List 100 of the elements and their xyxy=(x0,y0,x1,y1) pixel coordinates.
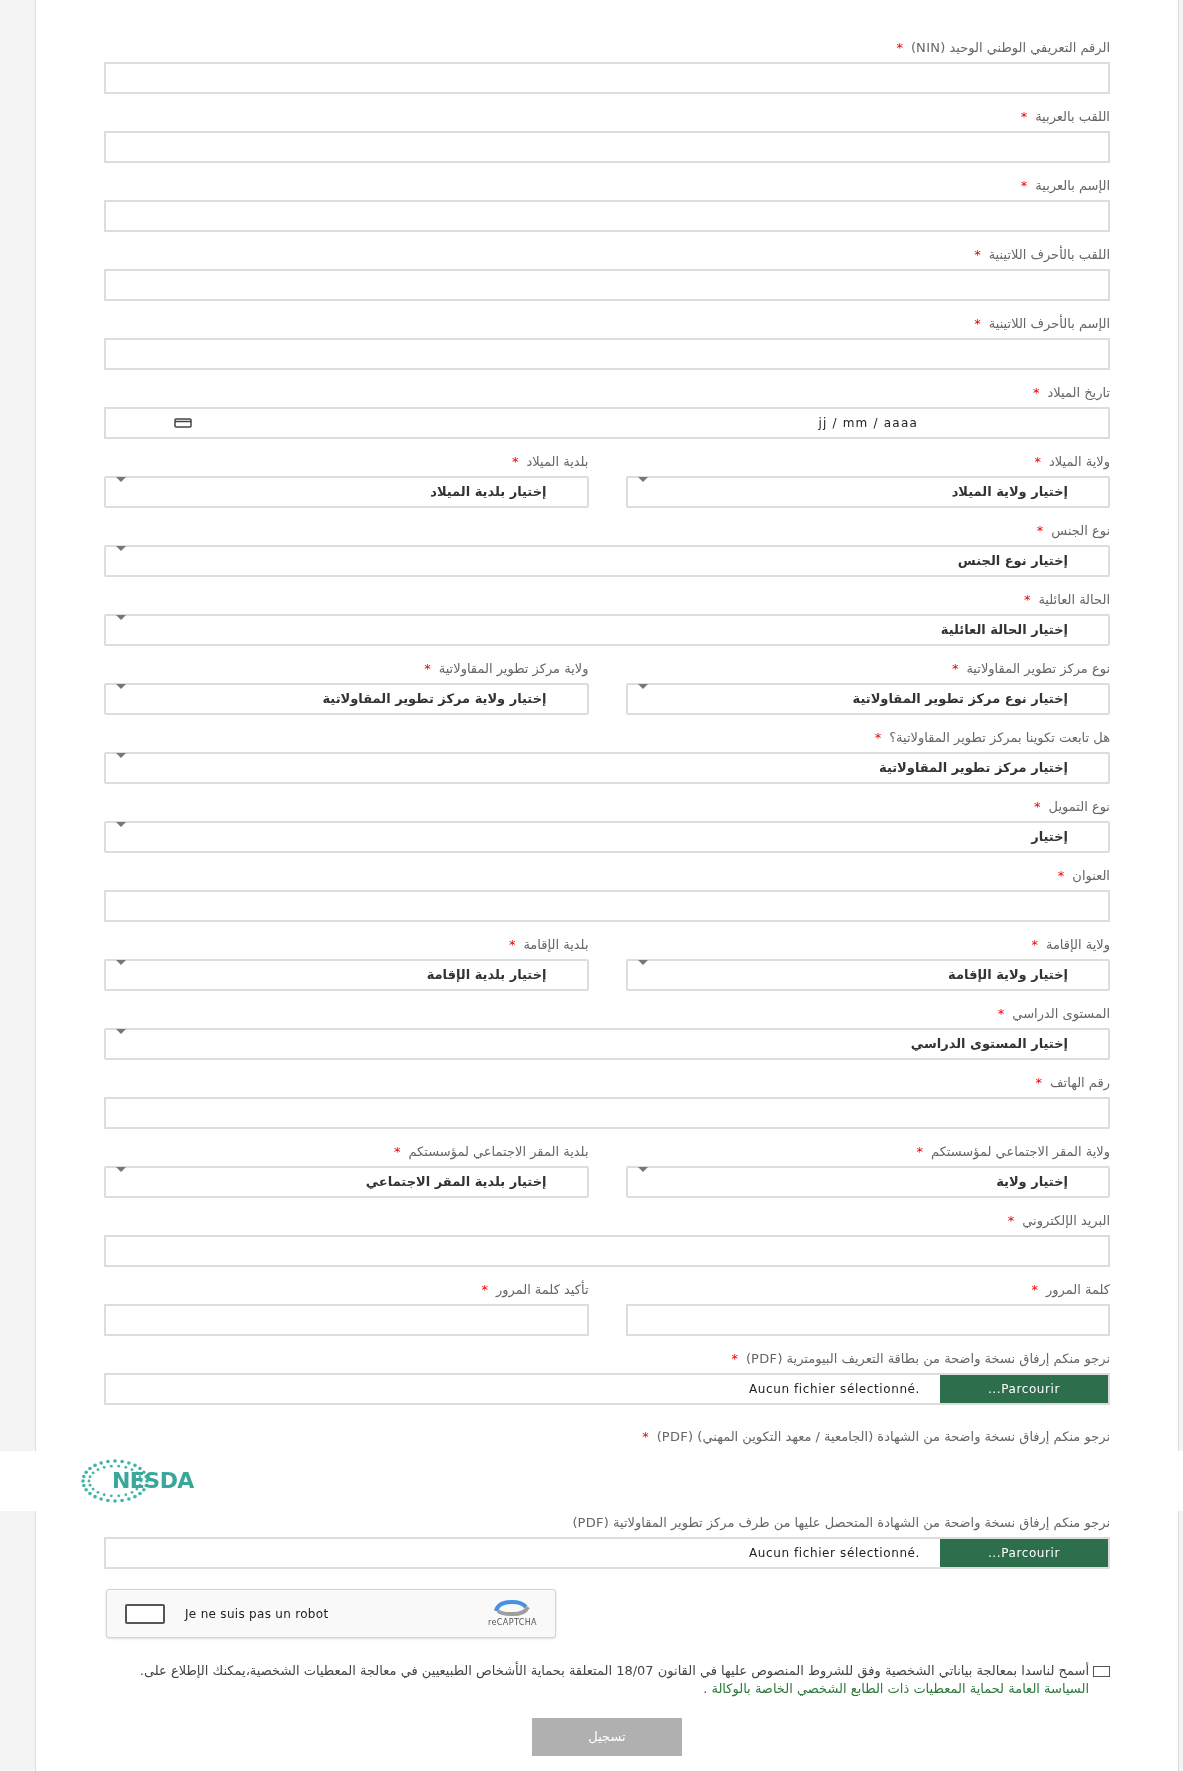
file-status: Aucun fichier sélectionné. xyxy=(749,1381,920,1398)
select-dropdown[interactable]: إختيار بلدية المقر الاجتماعي xyxy=(104,1166,589,1198)
required-mark: * xyxy=(1036,523,1044,539)
select-dropdown[interactable]: إختيار بلدية الإقامة xyxy=(104,959,589,991)
captcha-checkbox[interactable] xyxy=(125,1603,165,1624)
select-dropdown[interactable]: إختيار xyxy=(104,821,1110,853)
text-field[interactable] xyxy=(104,269,1110,301)
caret-icon xyxy=(637,1167,648,1172)
field-label: الحالة العائلية xyxy=(1038,592,1110,608)
field-label: الإسم بالعربية xyxy=(1035,178,1110,194)
field-label: تاريخ الميلاد xyxy=(1047,385,1110,401)
field-label: ولاية الإقامة xyxy=(1045,937,1110,953)
field-label: الإسم بالأحرف اللاتينية xyxy=(988,316,1110,332)
required-mark: * xyxy=(1031,937,1038,953)
required-mark: * xyxy=(731,1351,738,1367)
privacy-policy-link[interactable]: السياسة العامة لحماية المعطيات ذات الطابع الشخصي الخاصة بالوكالة xyxy=(711,1681,1089,1696)
field-label: المستوى الدراسي xyxy=(1012,1006,1110,1022)
file-field[interactable]: Aucun fichier sélectionné. Parcourir... xyxy=(104,1373,1110,1405)
file-field[interactable]: Aucun fichier sélectionné. Parcourir... xyxy=(104,1537,1110,1569)
select-dropdown[interactable]: إختيار ولاية الميلاد xyxy=(625,476,1110,508)
select-dropdown[interactable]: إختيار الحالة العائلية xyxy=(104,614,1110,646)
calendar-icon xyxy=(174,418,192,428)
consent-checkbox[interactable] xyxy=(1093,1666,1110,1677)
caret-icon xyxy=(637,684,648,689)
required-mark: * xyxy=(508,937,516,953)
date-field[interactable]: jj / mm / aaaa xyxy=(104,407,1110,439)
select-dropdown[interactable]: إختيار ولاية مركز تطوير المقاولاتية xyxy=(104,683,589,715)
field-label: بلدية المقر الاجتماعي لمؤسستكم xyxy=(408,1144,589,1160)
required-mark: * xyxy=(974,247,981,263)
caret-icon xyxy=(116,477,126,482)
text-field[interactable] xyxy=(104,131,1110,163)
required-mark: * xyxy=(896,40,903,56)
text-field[interactable] xyxy=(104,200,1110,232)
field-label: البريد الإلكتروني xyxy=(1022,1213,1110,1229)
field-label: ولاية المقر الاجتماعي لمؤسستكم xyxy=(931,1144,1110,1160)
required-mark: * xyxy=(1023,592,1031,608)
required-mark: * xyxy=(916,1144,923,1160)
field-label: ولاية الميلاد xyxy=(1049,454,1110,470)
field-label: نرجو منكم إرفاق نسخة واضحة من الشهادة المتحصل عليها من طرف مركز تطوير المقاولاتية (PDF) xyxy=(572,1515,1110,1531)
text-field[interactable] xyxy=(104,1304,589,1336)
select-dropdown[interactable]: إختيار مركز تطوير المقاولاتية xyxy=(104,752,1110,784)
required-mark: * xyxy=(642,1429,649,1445)
required-mark: * xyxy=(424,661,431,677)
caret-icon xyxy=(637,477,648,482)
text-field[interactable] xyxy=(104,62,1110,94)
select-dropdown[interactable]: إختيار بلدية الميلاد xyxy=(104,476,589,508)
browse-button[interactable]: Parcourir... xyxy=(940,1539,1108,1567)
text-field[interactable] xyxy=(104,890,1110,922)
required-mark: * xyxy=(974,316,981,332)
text-field[interactable] xyxy=(625,1304,1110,1336)
caret-icon xyxy=(116,960,126,965)
field-label: ولاية مركز تطوير المقاولاتية xyxy=(438,661,589,677)
required-mark: * xyxy=(1034,799,1041,815)
field-label: العنوان xyxy=(1072,868,1110,884)
caret-icon xyxy=(116,546,126,551)
text-field[interactable] xyxy=(104,1097,1110,1129)
caret-icon xyxy=(116,1029,126,1034)
consent-text: أسمح لناسدا بمعالجة بياناتي الشخصية وفق للشروط المنصوص عليها في القانون 18/07 المتعلقة بحماية الأشخاص الطبيعيين في معالجة المعطيات الشخصية،يمكنك الإطلاع على. السياسة العامة لحماية المعطيات ذات الطابع الشخصي الخاصة بالوكالة . xyxy=(138,1662,1089,1698)
select-dropdown[interactable]: إختيار ولاية xyxy=(625,1166,1110,1198)
field-label: نرجو منكم إرفاق نسخة واضحة من بطاقة التعريف البيومترية (PDF) xyxy=(746,1351,1110,1367)
required-mark: * xyxy=(1020,178,1028,194)
required-mark: * xyxy=(1057,868,1065,884)
caret-icon xyxy=(116,753,126,758)
select-dropdown[interactable]: إختيار المستوى الدراسي xyxy=(104,1028,1110,1060)
required-mark: * xyxy=(951,661,959,677)
recaptcha-brand: reCAPTCHA xyxy=(488,1616,537,1629)
logo-text: NESDA xyxy=(112,1469,194,1493)
required-mark: * xyxy=(1020,109,1028,125)
text-field[interactable] xyxy=(104,1235,1110,1267)
field-label: هل تابعت تكوينا بمركز تطوير المقاولاتية؟ xyxy=(889,730,1110,746)
required-mark: * xyxy=(1031,1282,1039,1298)
captcha-label: Je ne suis pas un robot xyxy=(185,1605,330,1623)
field-label: رقم الهاتف xyxy=(1050,1075,1110,1091)
select-dropdown[interactable]: إختيار نوع الجنس xyxy=(104,545,1110,577)
field-label: نرجو منكم إرفاق نسخة واضحة من الشهادة (الجامعية / معهد التكوين المهني) (PDF) xyxy=(656,1429,1110,1445)
field-label: اللقب بالعربية xyxy=(1035,109,1110,125)
caret-icon xyxy=(116,615,126,620)
caret-icon xyxy=(116,822,126,827)
required-mark: * xyxy=(1032,385,1040,401)
required-mark: * xyxy=(1007,1213,1015,1229)
required-mark: * xyxy=(481,1282,488,1298)
field-label: نوع التمويل xyxy=(1048,799,1110,815)
required-mark: * xyxy=(874,730,882,746)
recaptcha-box[interactable]: Je ne suis pas un robot reCAPTCHA xyxy=(106,1589,556,1638)
required-mark: * xyxy=(393,1144,401,1160)
browse-button[interactable]: Parcourir... xyxy=(940,1375,1108,1403)
required-mark: * xyxy=(997,1006,1005,1022)
caret-icon xyxy=(637,960,648,965)
field-label: الرقم التعريفي الوطني الوحيد (NIN) xyxy=(911,40,1110,56)
caret-icon xyxy=(116,684,126,689)
select-dropdown[interactable]: إختيار ولاية الإقامة xyxy=(625,959,1110,991)
field-label: تأكيد كلمة المرور xyxy=(495,1282,589,1298)
file-status: Aucun fichier sélectionné. xyxy=(749,1545,920,1562)
required-mark: * xyxy=(1035,1075,1043,1091)
field-label: نوع مركز تطوير المقاولاتية xyxy=(966,661,1110,677)
text-field[interactable] xyxy=(104,338,1110,370)
field-label: نوع الجنس xyxy=(1051,523,1110,539)
field-label: اللقب بالأحرف اللاتينية xyxy=(988,247,1110,263)
required-mark: * xyxy=(511,454,519,470)
select-dropdown[interactable]: إختيار نوع مركز تطوير المقاولاتية xyxy=(625,683,1110,715)
